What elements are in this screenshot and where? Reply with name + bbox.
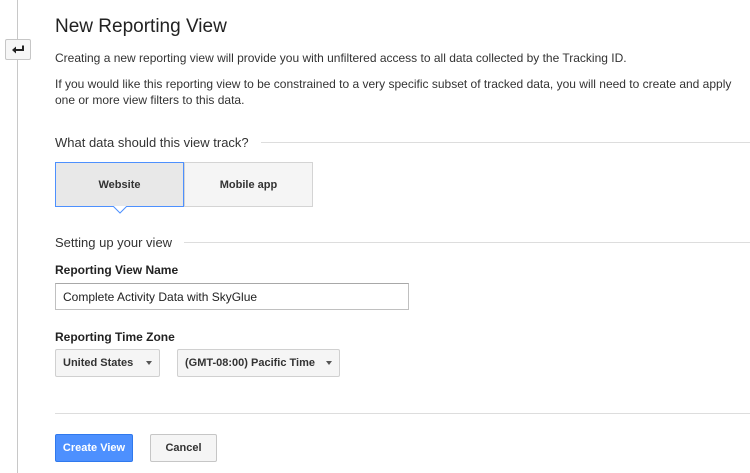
- timezone-select-value: (GMT-08:00) Pacific Time: [185, 357, 316, 369]
- back-button[interactable]: [5, 39, 31, 60]
- website-option[interactable]: Website: [55, 162, 184, 214]
- chevron-down-icon: [146, 361, 152, 365]
- footer-divider: [55, 413, 750, 414]
- intro-paragraph: Creating a new reporting view will provi…: [55, 51, 627, 65]
- back-arrow-icon: [11, 45, 25, 55]
- section-divider: [260, 142, 750, 143]
- timezone-select[interactable]: (GMT-08:00) Pacific Time: [177, 349, 340, 377]
- setup-section-header: Setting up your view: [55, 235, 750, 250]
- mobile-app-option[interactable]: Mobile app: [184, 162, 313, 207]
- section-heading: What data should this view track?: [55, 135, 249, 150]
- time-zone-label: Reporting Time Zone: [55, 330, 175, 344]
- view-name-label: Reporting View Name: [55, 263, 179, 277]
- section-divider: [184, 242, 750, 243]
- intro-text: Creating a new reporting view will provi…: [55, 50, 750, 118]
- chevron-down-icon: [326, 361, 332, 365]
- page-title: New Reporting View: [55, 16, 227, 37]
- section-heading: Setting up your view: [55, 235, 173, 250]
- selected-pointer-icon: [113, 206, 127, 214]
- create-view-button[interactable]: Create View: [55, 434, 133, 462]
- left-rail-divider: [17, 0, 18, 473]
- platform-toggle: Website Mobile app: [55, 162, 313, 214]
- country-select-value: United States: [63, 357, 134, 369]
- option-label: Mobile app: [219, 178, 278, 191]
- intro-paragraph: If you would like this reporting view to…: [55, 77, 732, 107]
- country-select[interactable]: United States: [55, 349, 160, 377]
- track-section-header: What data should this view track?: [55, 135, 750, 150]
- view-name-input[interactable]: [55, 283, 409, 310]
- option-label: Website: [98, 178, 141, 191]
- cancel-button[interactable]: Cancel: [150, 434, 217, 462]
